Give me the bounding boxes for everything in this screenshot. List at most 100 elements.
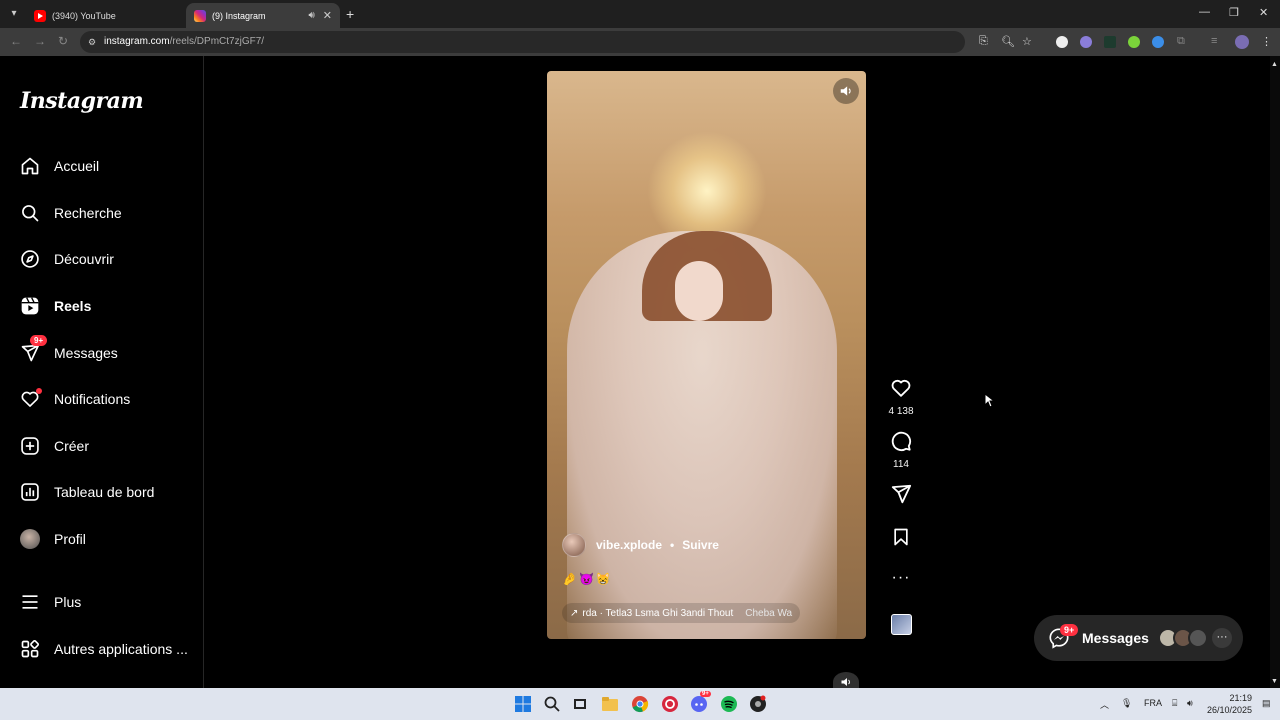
reel-caption[interactable]: 🤌😈😸: [562, 572, 613, 586]
sidebar-item-messages[interactable]: 9+ Messages: [20, 335, 118, 365]
restore-button[interactable]: ❐: [1229, 6, 1239, 19]
spotify-icon[interactable]: [720, 695, 738, 713]
input-language[interactable]: FRA: [1144, 698, 1162, 708]
more-options-icon[interactable]: ···: [885, 569, 917, 587]
sidebar-item-creer[interactable]: Créer: [20, 434, 89, 458]
notification-center-icon[interactable]: ▤: [1262, 698, 1271, 709]
author-username[interactable]: vibe.xplode: [596, 538, 662, 552]
sidebar-item-reels[interactable]: Reels: [20, 294, 91, 318]
reel-audio-link[interactable]: ↗ rda · Tetla3 Lsma Ghi 3andi Thout Cheb…: [562, 603, 801, 623]
discord-icon[interactable]: [690, 695, 708, 713]
instagram-logo[interactable]: Instagram: [20, 88, 144, 114]
reading-list-icon[interactable]: ≡: [1211, 35, 1217, 47]
volume-icon[interactable]: 🔊︎: [1187, 698, 1193, 709]
speaker-icon[interactable]: 🔊︎: [308, 10, 314, 21]
sidebar-item-label: Autres applications ...: [54, 641, 188, 657]
bookmark-star-icon[interactable]: ☆: [1022, 35, 1032, 48]
sidebar-item-recherche[interactable]: Recherche: [20, 201, 122, 225]
scroll-down-arrow-icon[interactable]: ▼: [1271, 678, 1278, 685]
windows-start-icon[interactable]: [514, 695, 532, 713]
home-icon: [21, 157, 39, 175]
sidebar-item-tableau-de-bord[interactable]: Tableau de bord: [20, 480, 154, 504]
sidebar-item-accueil[interactable]: Accueil: [20, 154, 99, 178]
tab-search-chevron-icon[interactable]: ▾: [6, 6, 22, 22]
reel-author: vibe.xplode • Suivre: [562, 532, 719, 558]
share-button[interactable]: [885, 483, 917, 510]
app-icon[interactable]: [661, 695, 679, 713]
url-path: /reels/DPmCt7zjGF7/: [169, 36, 265, 47]
chrome-icon[interactable]: [631, 695, 649, 713]
close-icon[interactable]: ✕: [323, 9, 332, 22]
extension-icon[interactable]: [1104, 36, 1116, 48]
extension-icon[interactable]: [1128, 36, 1140, 48]
sidebar-item-decouvrir[interactable]: Découvrir: [20, 247, 114, 271]
system-clock[interactable]: 21:19 26/10/2025: [1206, 692, 1252, 716]
sidebar-item-notifications[interactable]: Notifications: [20, 387, 130, 411]
sidebar-item-profil[interactable]: Profil: [20, 527, 86, 551]
comment-count: 114: [893, 459, 909, 470]
follow-button[interactable]: Suivre: [682, 538, 719, 552]
extensions-puzzle-icon[interactable]: ⧉: [1177, 35, 1185, 48]
avatar[interactable]: [562, 533, 586, 557]
comment-icon: [891, 431, 912, 452]
like-button[interactable]: 4 138: [885, 377, 917, 417]
sidebar: Instagram Accueil Recherche Découvrir Re…: [0, 56, 204, 688]
microphone-icon[interactable]: 🎙︎: [1121, 698, 1132, 709]
forward-icon[interactable]: →: [34, 34, 46, 48]
url-host: instagram.com: [104, 36, 170, 47]
avatar: [1188, 628, 1208, 648]
save-button[interactable]: [885, 527, 917, 552]
messages-pill[interactable]: 9+ Messages ···: [1034, 615, 1243, 661]
task-view-icon[interactable]: [571, 695, 589, 713]
file-explorer-icon[interactable]: [601, 695, 619, 713]
separator: •: [670, 538, 675, 552]
address-bar[interactable]: ⚙ instagram.com/reels/DPmCt7zjGF7/: [80, 31, 965, 53]
tab-youtube[interactable]: (3940) YouTube ✕: [26, 3, 204, 28]
more-contacts-button[interactable]: ···: [1212, 628, 1232, 648]
scrollbar[interactable]: [1270, 56, 1280, 688]
browser-tab-strip: ▾ (3940) YouTube ✕ (9) Instagram 🔊︎ ✕ + …: [0, 0, 1280, 28]
reload-icon[interactable]: ↻: [58, 34, 68, 48]
extension-icon[interactable]: [1152, 36, 1164, 48]
sidebar-item-label: Profil: [54, 531, 86, 547]
menu-icon: [22, 595, 38, 609]
arrow-up-right-icon: ↗: [570, 607, 579, 619]
instagram-icon: [194, 9, 206, 22]
tab-title: (9) Instagram: [212, 10, 266, 21]
audio-thumbnail[interactable]: [891, 614, 912, 635]
sidebar-item-autres-applications[interactable]: Autres applications ...: [20, 637, 188, 661]
sound-toggle-button[interactable]: [833, 78, 859, 104]
install-icon[interactable]: ⎘: [979, 35, 988, 48]
scroll-up-arrow-icon[interactable]: ▲: [1271, 61, 1278, 68]
tray-chevron-up-icon[interactable]: ︿: [1100, 698, 1109, 711]
new-tab-button[interactable]: +: [346, 6, 354, 22]
zoom-icon[interactable]: 🔍︎: [1001, 35, 1015, 48]
send-icon: [891, 484, 912, 504]
dashboard-icon: [21, 483, 39, 501]
music-title: rda · Tetla3 Lsma Ghi 3andi Thout: [582, 607, 734, 619]
kebab-menu-icon[interactable]: ⋮: [1261, 35, 1272, 48]
site-info-icon[interactable]: ⚙: [88, 31, 96, 53]
search-icon[interactable]: [543, 695, 561, 713]
notification-badge: 9+: [1060, 624, 1079, 636]
tab-instagram[interactable]: (9) Instagram 🔊︎ ✕: [186, 3, 340, 28]
youtube-icon: [34, 9, 46, 22]
extension-icon[interactable]: [1056, 36, 1068, 48]
close-window-button[interactable]: ✕: [1259, 6, 1268, 19]
speaker-icon: [840, 86, 851, 96]
app-icon[interactable]: [749, 695, 767, 713]
bookmark-icon: [894, 528, 908, 546]
recent-contacts: [1158, 628, 1208, 648]
video-subject-face: [675, 261, 723, 321]
back-icon[interactable]: ←: [10, 34, 22, 48]
comment-button[interactable]: 114: [885, 430, 917, 470]
browser-toolbar: ← → ↻ ⚙ instagram.com/reels/DPmCt7zjGF7/…: [0, 28, 1280, 56]
sidebar-item-label: Tableau de bord: [54, 484, 155, 500]
profile-avatar[interactable]: [1235, 35, 1249, 49]
sidebar-item-label: Messages: [54, 345, 118, 361]
network-icon[interactable]: ⌸: [1172, 698, 1177, 709]
extension-icon[interactable]: [1080, 36, 1092, 48]
minimize-button[interactable]: —: [1199, 6, 1210, 18]
compass-icon: [21, 250, 39, 268]
sidebar-item-plus[interactable]: Plus: [20, 590, 81, 614]
